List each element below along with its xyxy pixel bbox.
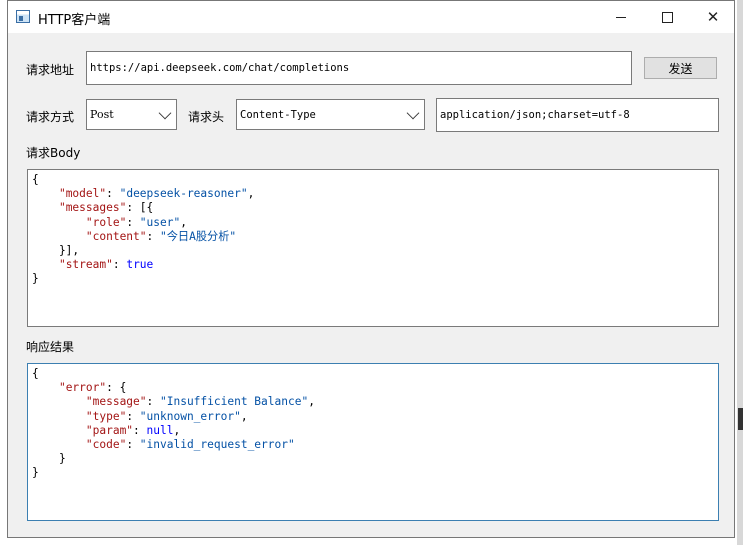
code-line: "role": "user",	[32, 216, 714, 230]
code-token: ,	[240, 409, 248, 423]
code-token: :	[133, 423, 147, 437]
code-line: "stream": true	[32, 258, 714, 272]
window-title: HTTP客户端	[38, 13, 111, 28]
code-token: :	[126, 215, 140, 229]
code-token: }	[32, 452, 66, 466]
code-token: "role"	[85, 215, 127, 229]
code-line: "param": null,	[32, 424, 714, 438]
code-token: "param"	[85, 423, 134, 437]
request-body-editor[interactable]: { "model": "deepseek-reasoner", "message…	[27, 169, 719, 327]
code-token: :	[126, 409, 140, 423]
header-label: 请求头	[188, 110, 225, 124]
send-button[interactable]: 发送	[644, 57, 717, 79]
code-token: ,	[180, 215, 187, 229]
code-token: }	[32, 272, 39, 286]
code-token: "deepseek-reasoner"	[119, 187, 248, 201]
chevron-down-icon	[406, 106, 420, 120]
minimize-button[interactable]	[598, 1, 644, 33]
code-token: :	[146, 229, 160, 243]
code-line: "messages": [{	[32, 201, 714, 215]
title-bar[interactable]: HTTP客户端 ✕	[8, 1, 734, 33]
code-token: "unknown_error"	[139, 409, 241, 423]
code-token: }],	[32, 244, 80, 258]
code-token: true	[126, 258, 154, 272]
response-label: 响应结果	[26, 340, 75, 354]
background-edge	[737, 0, 743, 545]
header-key-value: Content-Type	[240, 108, 316, 121]
background-edge-dark	[738, 408, 743, 430]
maximize-button[interactable]	[644, 1, 690, 33]
code-line: "model": "deepseek-reasoner",	[32, 187, 714, 201]
code-line: {	[32, 173, 714, 187]
code-token: "code"	[85, 438, 127, 452]
code-token: {	[32, 173, 39, 186]
code-token: "今日A股分析"	[160, 229, 237, 243]
url-label: 请求地址	[26, 63, 75, 77]
code-line: }	[32, 272, 714, 286]
code-token: ,	[247, 187, 255, 201]
header-key-select[interactable]: Content-Type	[236, 99, 425, 130]
code-token: "messages"	[58, 201, 127, 215]
close-icon: ✕	[706, 7, 720, 26]
header-value-input[interactable]: application/json;charset=utf-8	[436, 98, 719, 132]
code-token: :	[106, 187, 120, 201]
response-editor[interactable]: { "error": { "message": "Insufficient Ba…	[27, 363, 719, 521]
body-label: 请求Body	[26, 146, 81, 160]
code-token: "content"	[85, 229, 147, 243]
code-token: "user"	[139, 215, 181, 229]
code-token: ,	[308, 395, 315, 409]
minimize-icon	[616, 16, 626, 18]
code-token: {	[32, 367, 39, 380]
code-token: "invalid_request_error"	[139, 438, 295, 452]
code-token: : [{	[126, 201, 154, 215]
http-client-window: HTTP客户端 ✕ 请求地址 https://api.deepseek.com/…	[7, 0, 735, 538]
code-token: "stream"	[58, 258, 113, 272]
code-token: null	[146, 423, 174, 437]
app-window-icon	[16, 10, 30, 23]
code-token: :	[146, 395, 160, 409]
code-token: }	[32, 466, 39, 480]
code-line: "content": "今日A股分析"	[32, 230, 714, 244]
url-input[interactable]: https://api.deepseek.com/chat/completion…	[86, 51, 632, 85]
code-line: }	[32, 452, 714, 466]
close-button[interactable]: ✕	[690, 1, 736, 33]
method-select[interactable]: Post	[86, 99, 177, 130]
code-token: :	[126, 438, 140, 452]
code-line: }	[32, 466, 714, 480]
method-select-value: Post	[90, 108, 114, 121]
code-line: "type": "unknown_error",	[32, 410, 714, 424]
code-token: "error"	[58, 381, 107, 395]
code-line: "error": {	[32, 381, 714, 395]
code-token: "Insufficient Balance"	[160, 395, 309, 409]
code-token: : {	[106, 381, 127, 395]
method-label: 请求方式	[26, 110, 75, 124]
code-token: ,	[173, 423, 181, 437]
maximize-icon	[661, 11, 673, 23]
code-token: :	[112, 258, 127, 272]
code-line: "message": "Insufficient Balance",	[32, 395, 714, 409]
code-line: "code": "invalid_request_error"	[32, 438, 714, 452]
code-line: }],	[32, 244, 714, 258]
chevron-down-icon	[158, 106, 172, 120]
code-token: "model"	[58, 187, 107, 201]
code-token: "type"	[85, 409, 127, 423]
code-line: {	[32, 367, 714, 381]
code-token: "message"	[85, 395, 147, 409]
